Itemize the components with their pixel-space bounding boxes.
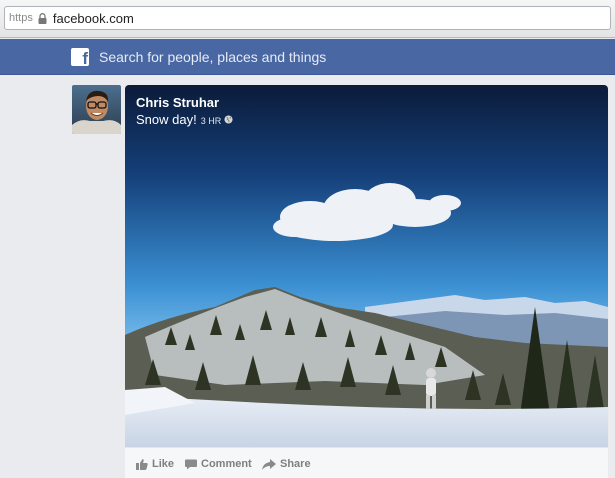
share-button[interactable]: Share (262, 458, 311, 470)
comment-label: Comment (201, 458, 252, 470)
comment-button[interactable]: Comment (185, 458, 252, 470)
search-input[interactable]: Search for people, places and things (99, 49, 326, 65)
like-button[interactable]: Like (136, 458, 174, 470)
post-photo[interactable] (125, 85, 608, 447)
facebook-header: f Search for people, places and things (0, 39, 615, 75)
post-timestamp[interactable]: 3 HR (201, 116, 222, 126)
post-card: Chris Struhar Snow day! 3 HR Like Commen… (125, 85, 608, 478)
post-caption: Snow day! (136, 112, 197, 127)
share-icon (262, 458, 276, 470)
comment-icon (185, 459, 197, 469)
url-text[interactable]: facebook.com (53, 11, 134, 26)
facebook-logo-icon[interactable]: f (71, 48, 89, 66)
share-label: Share (280, 458, 311, 470)
avatar[interactable] (72, 85, 121, 134)
lock-icon (38, 12, 47, 24)
left-column (0, 76, 64, 478)
post-caption-line: Snow day! 3 HR (136, 112, 233, 127)
address-bar[interactable]: https facebook.com (4, 6, 611, 30)
globe-icon[interactable] (224, 115, 233, 124)
like-label: Like (152, 458, 175, 470)
post-author[interactable]: Chris Struhar (136, 95, 219, 110)
browser-toolbar: https facebook.com (0, 0, 615, 38)
thumbs-up-icon (136, 458, 148, 470)
post-actions: Like Comment Share (125, 447, 608, 478)
scheme-label: https (9, 12, 33, 24)
